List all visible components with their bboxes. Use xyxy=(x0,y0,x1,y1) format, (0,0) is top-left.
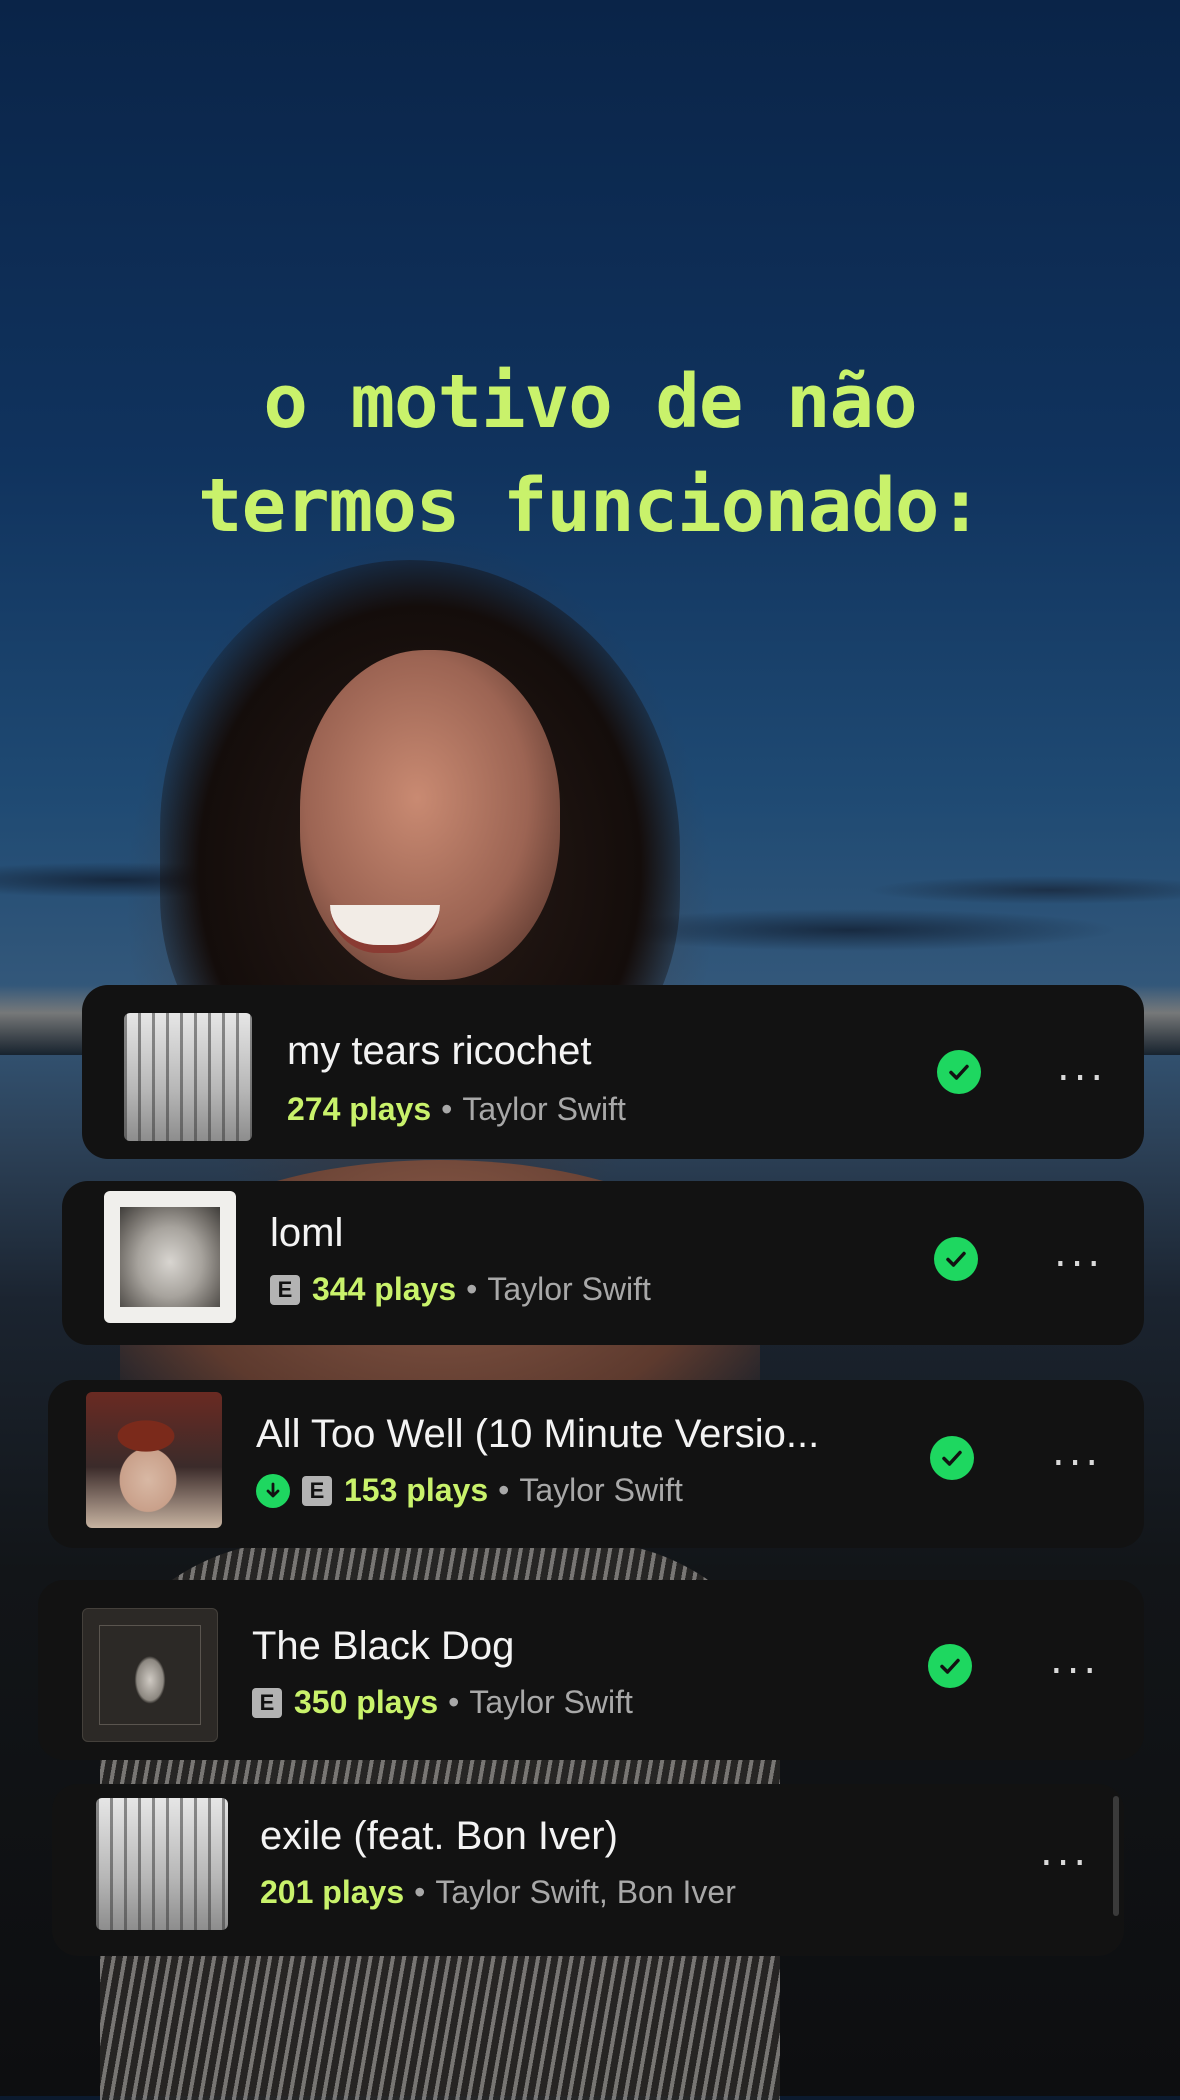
track-title: All Too Well (10 Minute Versio... xyxy=(256,1412,820,1456)
check-circle-icon[interactable] xyxy=(928,1644,972,1688)
check-circle-icon[interactable] xyxy=(930,1436,974,1480)
download-arrow-icon xyxy=(256,1473,290,1508)
ellipsis-icon[interactable]: ... xyxy=(1052,1432,1102,1472)
album-art xyxy=(124,1013,252,1141)
track-row[interactable]: my tears ricochet 274 plays • Taylor Swi… xyxy=(82,985,1144,1159)
track-meta: E 153 plays • Taylor Swift xyxy=(256,1472,683,1509)
play-count: 201 plays xyxy=(260,1874,405,1910)
artist-name: Taylor Swift xyxy=(462,1091,626,1127)
track-title: exile (feat. Bon Iver) xyxy=(260,1814,618,1858)
separator: • xyxy=(448,1684,460,1720)
track-row[interactable]: exile (feat. Bon Iver) 201 plays • Taylo… xyxy=(52,1784,1124,1956)
separator: • xyxy=(441,1091,453,1127)
track-meta: E 344 plays • Taylor Swift xyxy=(270,1271,651,1308)
album-art xyxy=(82,1608,218,1742)
explicit-badge: E xyxy=(252,1687,282,1718)
headline-line-1: o motivo de não xyxy=(263,359,917,445)
track-meta: E 350 plays • Taylor Swift xyxy=(252,1684,633,1721)
track-title: The Black Dog xyxy=(252,1624,515,1668)
explicit-badge: E xyxy=(302,1475,332,1506)
play-count: 153 plays xyxy=(344,1472,489,1508)
explicit-badge: E xyxy=(270,1274,300,1305)
artist-name: Taylor Swift xyxy=(487,1271,651,1307)
check-circle-icon[interactable] xyxy=(937,1050,981,1094)
headline-line-2: termos funcionado: xyxy=(198,463,983,549)
album-art xyxy=(96,1798,228,1930)
headline-caption: o motivo de não termos funcionado: xyxy=(0,350,1180,558)
track-title: loml xyxy=(270,1211,344,1255)
play-count: 274 plays xyxy=(287,1091,432,1127)
track-meta: 201 plays • Taylor Swift, Bon Iver xyxy=(260,1874,736,1911)
check-circle-icon[interactable] xyxy=(934,1237,978,1281)
album-art xyxy=(86,1392,222,1528)
album-art-inner xyxy=(120,1207,220,1307)
ellipsis-icon[interactable]: ... xyxy=(1057,1047,1107,1087)
artist-name: Taylor Swift xyxy=(469,1684,633,1720)
track-meta: 274 plays • Taylor Swift xyxy=(287,1091,626,1128)
track-row[interactable]: loml E 344 plays • Taylor Swift ... xyxy=(62,1181,1144,1345)
artist-name: Taylor Swift xyxy=(519,1472,683,1508)
separator: • xyxy=(466,1271,478,1307)
separator: • xyxy=(414,1874,426,1910)
track-row[interactable]: All Too Well (10 Minute Versio... E 153 … xyxy=(48,1380,1144,1548)
play-count: 350 plays xyxy=(294,1684,439,1720)
ellipsis-icon[interactable]: ... xyxy=(1050,1640,1100,1680)
artist-name: Taylor Swift, Bon Iver xyxy=(435,1874,736,1910)
album-art-inner xyxy=(99,1625,201,1725)
ellipsis-icon[interactable]: ... xyxy=(1054,1233,1104,1273)
ellipsis-icon[interactable]: ... xyxy=(1040,1832,1090,1872)
album-art xyxy=(104,1191,236,1323)
play-count: 344 plays xyxy=(312,1271,457,1307)
separator: • xyxy=(498,1472,510,1508)
track-row[interactable]: The Black Dog E 350 plays • Taylor Swift… xyxy=(38,1580,1144,1760)
scrollbar[interactable] xyxy=(1113,1796,1119,1916)
track-title: my tears ricochet xyxy=(287,1029,592,1073)
